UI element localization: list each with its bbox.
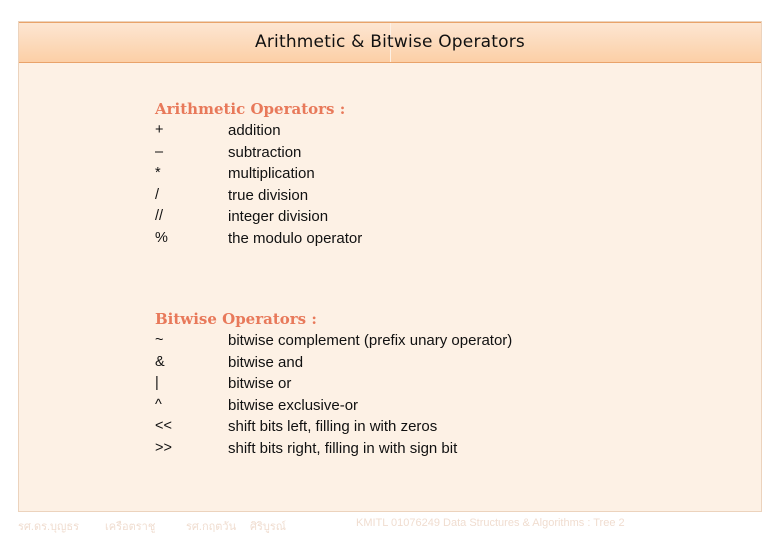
operator-description: multiplication	[228, 165, 315, 183]
operator-symbol: >>	[155, 439, 172, 456]
operator-description: bitwise and	[228, 353, 304, 371]
bitwise-heading: Bitwise Operators :	[155, 310, 317, 328]
operator-symbol: //	[155, 208, 164, 225]
operator-description: bitwise complement (prefix unary operato…	[228, 332, 513, 349]
footer-author1-surname: เครือตราชู	[105, 521, 156, 533]
operator-symbol: +	[155, 122, 164, 138]
operator-row: + addition	[155, 120, 345, 142]
operator-row: // integer division	[155, 206, 345, 228]
footer-author2: รศ.กฤตวัน	[186, 521, 237, 533]
operator-row: ^ bitwise exclusive-or	[155, 395, 358, 417]
operator-description: addition	[228, 122, 281, 139]
operator-symbol: /	[155, 186, 160, 203]
operator-description: true division	[228, 186, 309, 204]
operator-symbol: <<	[155, 418, 172, 435]
operator-description: bitwise or	[228, 375, 292, 393]
operator-row: * multiplication	[155, 163, 345, 185]
footer-course: KMITL 01076249 Data Structures & Algorit…	[356, 517, 625, 529]
footer-author1: รศ.ดร.บุญธร	[18, 521, 80, 533]
operator-row: – subtraction	[155, 142, 345, 164]
footer-author2-surname: ศิริบูรณ์	[250, 521, 286, 533]
operator-symbol: %	[155, 229, 168, 246]
operator-row: / true division	[155, 185, 345, 207]
operator-description: subtraction	[228, 143, 302, 161]
operator-symbol: ~	[155, 332, 164, 348]
title-bar: Arithmetic & Bitwise Operators	[19, 22, 761, 63]
operator-symbol: &	[155, 353, 165, 370]
operator-row: | bitwise or	[155, 373, 317, 395]
operator-symbol: –	[155, 143, 164, 160]
arithmetic-section: Arithmetic Operators : + addition – subtra…	[155, 98, 362, 250]
operator-symbol: ^	[155, 396, 162, 413]
operator-row: & bitwise and	[155, 352, 317, 374]
operator-description: the modulo operator	[228, 229, 363, 247]
operator-description: shift bits left, filling in with zeros	[228, 418, 438, 436]
operator-row: << shift bits left, filling in with zeros	[155, 416, 437, 438]
bitwise-section: Bitwise Operators : ~ bitwise complement …	[155, 308, 512, 460]
operator-description: bitwise exclusive-or	[228, 396, 359, 414]
arithmetic-heading: Arithmetic Operators :	[155, 100, 346, 118]
slide-title: Arithmetic & Bitwise Operators	[255, 32, 525, 52]
operator-symbol: *	[155, 165, 161, 182]
operator-row: % the modulo operator	[155, 228, 362, 250]
operator-symbol: |	[155, 375, 159, 392]
operator-row: ~ bitwise complement (prefix unary operat…	[155, 330, 512, 352]
operator-description: integer division	[228, 208, 329, 226]
operator-row: >> shift bits right, filling in with sign…	[155, 438, 457, 460]
operator-description: shift bits right, filling in with sign b…	[228, 439, 458, 457]
